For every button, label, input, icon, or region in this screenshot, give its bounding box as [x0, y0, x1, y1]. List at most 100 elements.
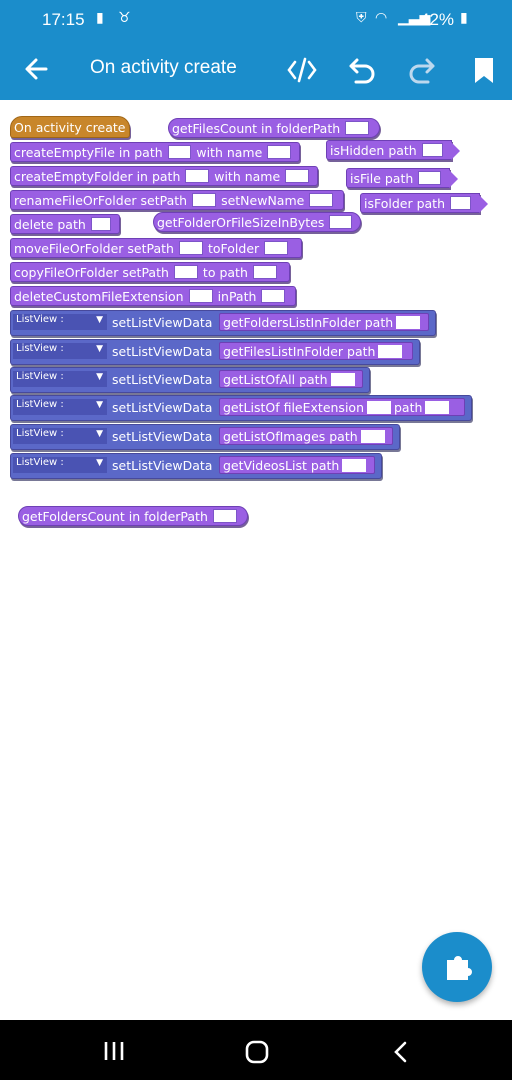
- blocks-workspace[interactable]: On activity create getFilesCount in fold…: [0, 100, 512, 1020]
- path-slot[interactable]: [192, 193, 217, 207]
- is-folder-block[interactable]: isFolder path: [360, 193, 488, 213]
- is-hidden-label: isHidden path: [330, 142, 417, 158]
- create-empty-file-label: createEmptyFile in path: [14, 144, 163, 160]
- path-slot[interactable]: [396, 315, 421, 329]
- rename-label: renameFileOrFolder setPath: [14, 192, 188, 208]
- path-slot[interactable]: [425, 400, 450, 414]
- to-folder-label: toFolder: [207, 240, 260, 256]
- dropdown-caret-icon: ▼: [96, 458, 103, 468]
- new-name-slot[interactable]: [309, 193, 334, 207]
- path-slot[interactable]: [421, 143, 443, 157]
- notification-icon: ♉: [118, 10, 131, 26]
- listview-dropdown[interactable]: ListView : ▼: [13, 399, 107, 415]
- path-slot[interactable]: [360, 429, 385, 443]
- set-list-view-data-label: setListViewData: [112, 315, 213, 330]
- wifi-icon: ◠: [375, 10, 388, 26]
- rename-file-or-folder-block[interactable]: renameFileOrFolder setPath setNewName: [10, 190, 344, 210]
- inner-block[interactable]: getFoldersListInFolder path: [219, 313, 429, 331]
- redo-icon[interactable]: [406, 54, 438, 86]
- dropdown-label: ListView :: [16, 371, 64, 382]
- inner-block[interactable]: getListOfAll path: [219, 370, 363, 388]
- listview-dropdown[interactable]: ListView : ▼: [13, 314, 107, 330]
- file-extension-slot[interactable]: [367, 400, 391, 414]
- with-name-label: with name: [214, 168, 281, 184]
- inner-block-label: getFilesListInFolder path: [223, 343, 376, 359]
- app-bar: On activity create: [0, 40, 512, 100]
- is-file-block[interactable]: isFile path: [346, 168, 458, 188]
- move-file-or-folder-block[interactable]: moveFileOrFolder setPath toFolder: [10, 238, 302, 258]
- event-block-on-activity-create[interactable]: On activity create: [10, 116, 130, 138]
- copy-file-or-folder-block[interactable]: copyFileOrFolder setPath to path: [10, 262, 290, 282]
- path-slot[interactable]: [342, 458, 367, 472]
- dropdown-label: ListView :: [16, 457, 64, 468]
- get-folders-count-block[interactable]: getFoldersCount in folderPath: [18, 506, 248, 526]
- is-hidden-block[interactable]: isHidden path: [326, 140, 460, 160]
- dropdown-caret-icon: ▼: [96, 400, 103, 410]
- path-slot[interactable]: [329, 215, 352, 229]
- list-row[interactable]: ListView : ▼ setListViewData getListOfIma…: [10, 424, 400, 450]
- name-slot[interactable]: [285, 169, 309, 183]
- list-row[interactable]: ListView : ▼ setListViewData getListOfAll…: [10, 367, 370, 393]
- inner-block[interactable]: getFilesListInFolder path: [219, 342, 413, 360]
- battery-saver-icon: ⛨: [356, 10, 367, 26]
- dropdown-caret-icon: ▼: [96, 344, 103, 354]
- listview-dropdown[interactable]: ListView : ▼: [13, 457, 107, 473]
- path-slot[interactable]: [418, 171, 441, 185]
- inner-block[interactable]: getListOf fileExtension path: [219, 398, 465, 416]
- dropdown-label: ListView :: [16, 343, 64, 354]
- get-size-label: getFolderOrFileSizeInBytes: [157, 214, 325, 230]
- dropdown-label: ListView :: [16, 314, 64, 325]
- bookmark-icon[interactable]: [468, 54, 500, 86]
- to-path-label: to path: [202, 264, 248, 280]
- get-folders-count-label: getFoldersCount in folderPath: [22, 508, 208, 524]
- delete-path-block[interactable]: delete path: [10, 214, 120, 234]
- listview-dropdown[interactable]: ListView : ▼: [13, 343, 107, 359]
- status-bar: 17:15 ▮ ♉ ⛨ ◠ ▁▃▅ 42% ▮: [0, 0, 512, 40]
- target-path-slot[interactable]: [252, 265, 277, 279]
- list-row[interactable]: ListView : ▼ setListViewData getVideosLis…: [10, 453, 382, 479]
- back-arrow-icon[interactable]: [22, 54, 50, 84]
- path-slot[interactable]: [167, 145, 192, 159]
- folder-path-slot[interactable]: [345, 121, 370, 135]
- name-slot[interactable]: [267, 145, 291, 159]
- set-new-name-label: setNewName: [221, 192, 305, 208]
- extension-slot[interactable]: [188, 289, 213, 303]
- is-folder-label: isFolder path: [364, 195, 446, 211]
- path-slot[interactable]: [330, 372, 355, 386]
- event-block-label: On activity create: [14, 119, 126, 135]
- inner-block-label: getVideosList path: [223, 457, 340, 473]
- path-slot[interactable]: [173, 265, 198, 279]
- recent-apps-icon[interactable]: [102, 1040, 126, 1062]
- puzzle-icon: [447, 956, 472, 980]
- blocks-palette-button[interactable]: [422, 932, 492, 1002]
- get-folder-or-file-size-block[interactable]: getFolderOrFileSizeInBytes: [153, 212, 361, 232]
- system-nav-bar: [0, 1020, 512, 1080]
- home-icon[interactable]: [244, 1040, 270, 1064]
- folder-slot[interactable]: [264, 241, 289, 255]
- sim-icon: ▮: [96, 10, 104, 26]
- path-slot[interactable]: [450, 196, 471, 210]
- code-icon[interactable]: [286, 54, 318, 86]
- listview-dropdown[interactable]: ListView : ▼: [13, 428, 107, 444]
- listview-dropdown[interactable]: ListView : ▼: [13, 371, 107, 387]
- get-files-count-block[interactable]: getFilesCount in folderPath: [168, 118, 380, 138]
- undo-icon[interactable]: [346, 54, 378, 86]
- path-slot[interactable]: [378, 344, 403, 358]
- create-empty-folder-block[interactable]: createEmptyFolder in path with name: [10, 166, 318, 186]
- with-name-label: with name: [196, 144, 263, 160]
- back-nav-icon[interactable]: [390, 1040, 412, 1064]
- create-empty-file-block[interactable]: createEmptyFile in path with name: [10, 142, 300, 162]
- list-row[interactable]: ListView : ▼ setListViewData getFilesList…: [10, 339, 420, 365]
- battery-percent: 42%: [420, 10, 455, 29]
- path-slot[interactable]: [178, 241, 203, 255]
- path-slot[interactable]: [261, 289, 286, 303]
- list-row[interactable]: ListView : ▼ setListViewData getListOf fi…: [10, 395, 472, 421]
- list-row[interactable]: ListView : ▼ setListViewData getFoldersLi…: [10, 310, 436, 336]
- delete-custom-file-extension-block[interactable]: deleteCustomFileExtension inPath: [10, 286, 296, 306]
- path-slot[interactable]: [185, 169, 210, 183]
- path-slot[interactable]: [90, 217, 111, 231]
- set-list-view-data-label: setListViewData: [112, 344, 213, 359]
- inner-block[interactable]: getVideosList path: [219, 456, 375, 474]
- folder-path-slot[interactable]: [212, 509, 237, 523]
- inner-block[interactable]: getListOfImages path: [219, 427, 393, 445]
